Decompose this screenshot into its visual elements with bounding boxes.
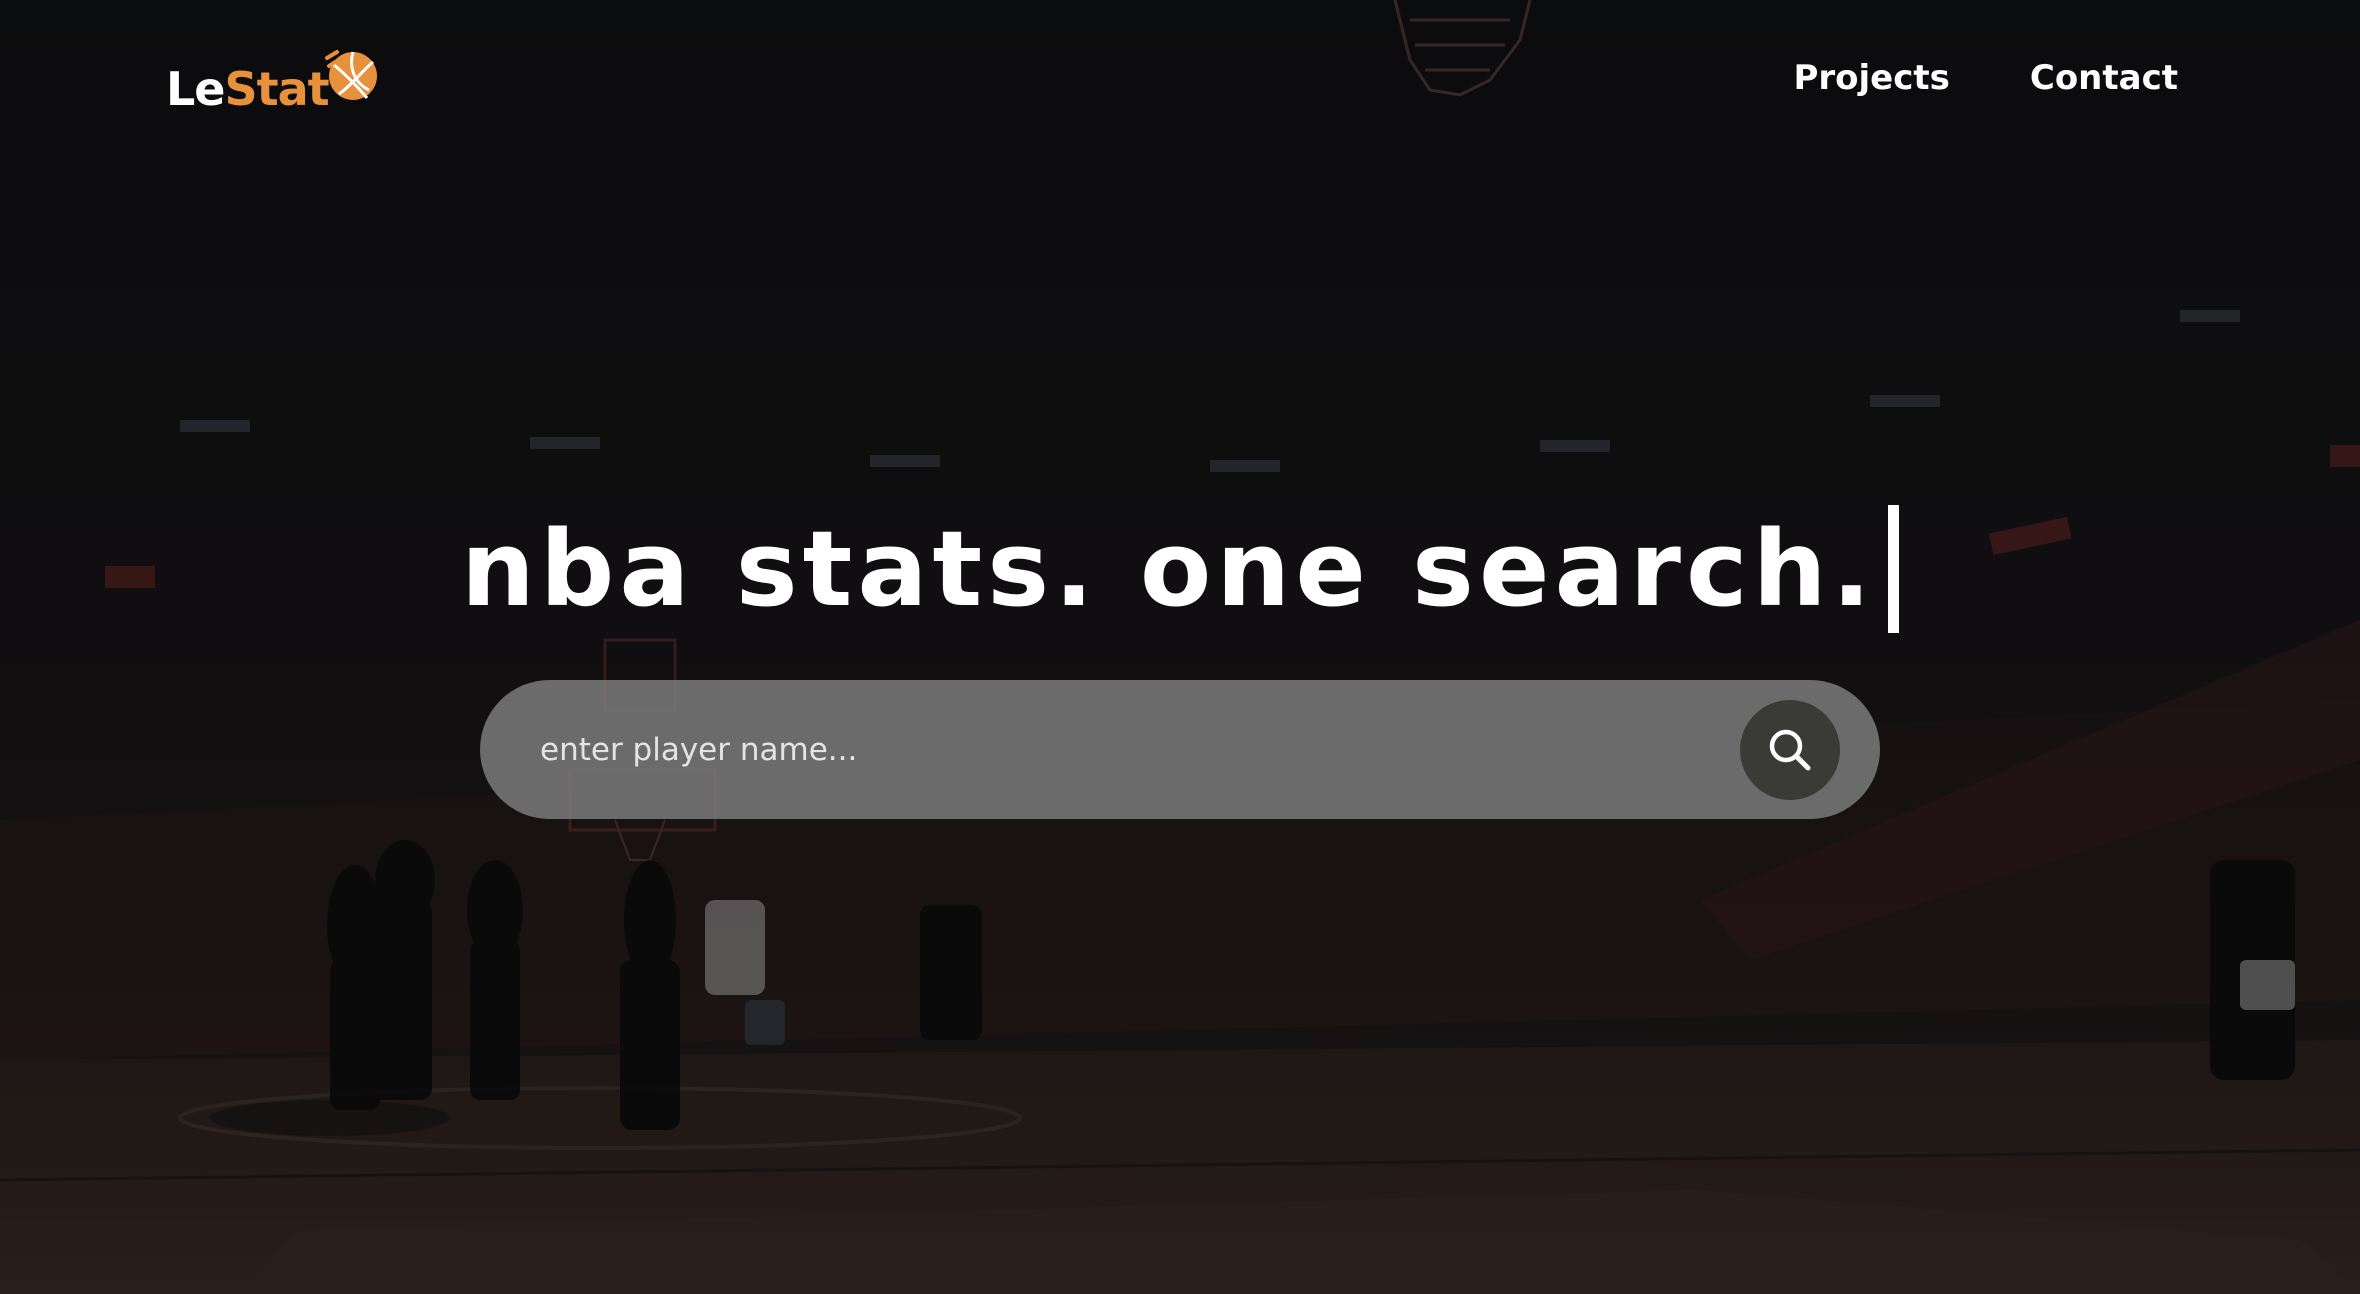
search-button[interactable] bbox=[1740, 700, 1840, 800]
basketball-icon bbox=[323, 46, 381, 104]
background-arena-image bbox=[0, 0, 2360, 1294]
logo-text-stat: Stat bbox=[224, 62, 330, 116]
nav-links: Projects Contact bbox=[1793, 58, 2178, 98]
hero-headline-text: nba stats. one search. bbox=[460, 508, 1877, 630]
lestat-logo[interactable]: LeStat bbox=[166, 42, 381, 112]
nav-link-contact[interactable]: Contact bbox=[2030, 58, 2178, 98]
top-navigation: LeStat Projects Contact bbox=[0, 0, 2360, 170]
player-search-input[interactable] bbox=[540, 714, 1690, 786]
logo-text: LeStat bbox=[166, 66, 330, 112]
player-search-bar bbox=[480, 680, 1880, 819]
search-icon bbox=[1764, 724, 1816, 776]
nav-link-projects[interactable]: Projects bbox=[1793, 58, 1949, 98]
logo-text-le: Le bbox=[166, 62, 226, 116]
landing-page: LeStat Projects Contact nba stats. one s… bbox=[0, 0, 2360, 1294]
hero-headline: nba stats. one search. bbox=[0, 505, 2360, 633]
typing-caret bbox=[1888, 505, 1900, 633]
